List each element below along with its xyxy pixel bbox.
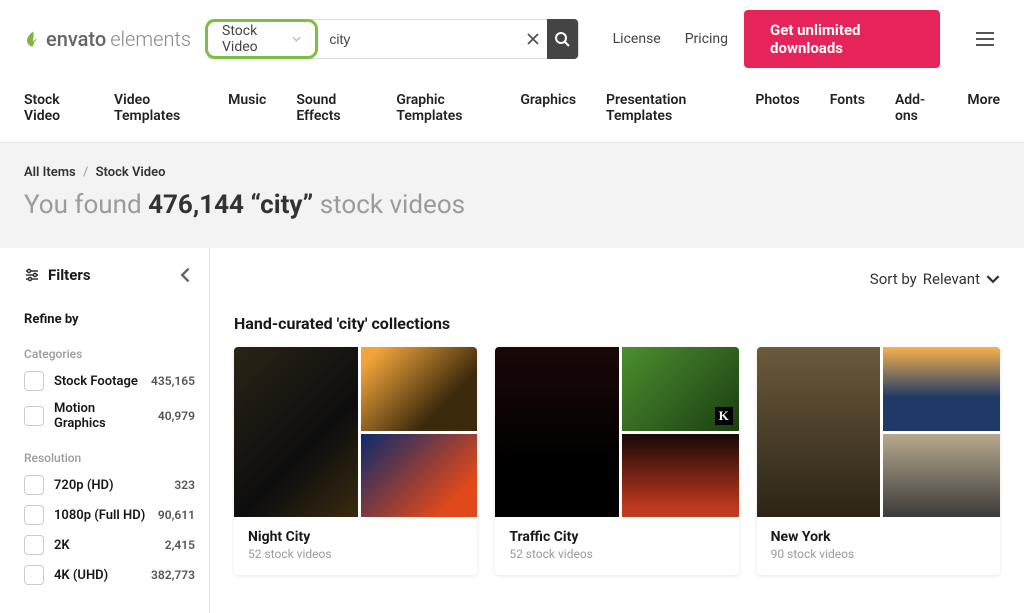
nav-graphic-templates[interactable]: Graphic Templates (396, 92, 490, 124)
nav-stock-video[interactable]: Stock Video (24, 92, 84, 124)
collection-card[interactable]: Night City 52 stock videos (234, 347, 477, 575)
collection-card[interactable]: New York 90 stock videos (757, 347, 1000, 575)
filter-1080p[interactable]: 1080p (Full HD) 90,611 (24, 505, 209, 525)
collection-thumb (757, 347, 881, 517)
results-header: All Items / Stock Video You found 476,14… (0, 143, 1024, 248)
close-icon (526, 32, 540, 46)
collection-thumb (361, 434, 478, 518)
collection-title: New York (771, 529, 986, 545)
brand-name2: elements (110, 27, 191, 51)
collection-count: 90 stock videos (771, 547, 986, 561)
filters-sidebar: Filters Refine by Categories Stock Foota… (0, 248, 210, 613)
collection-count: 52 stock videos (509, 547, 724, 561)
hamburger-icon (976, 32, 994, 34)
nav-add-ons[interactable]: Add-ons (895, 92, 937, 124)
collection-thumb (622, 434, 739, 518)
nav-video-templates[interactable]: Video Templates (114, 92, 198, 124)
checkbox[interactable] (24, 565, 44, 585)
filter-4k[interactable]: 4K (UHD) 382,773 (24, 565, 209, 585)
results-summary: You found 476,144 “city” stock videos (24, 190, 1000, 220)
sort-value: Relevant (923, 270, 980, 288)
cta-button[interactable]: Get unlimited downloads (744, 10, 940, 68)
collections-row: Night City 52 stock videos K Traffic Cit… (234, 347, 1000, 575)
chevron-down-icon (292, 34, 301, 44)
sliders-icon (24, 267, 40, 283)
chevron-left-icon (179, 267, 195, 283)
collection-thumb (883, 347, 1000, 431)
breadcrumb: All Items / Stock Video (24, 165, 1000, 180)
filter-720p[interactable]: 720p (HD) 323 (24, 475, 209, 495)
collection-thumb: K (622, 347, 739, 431)
clear-search-button[interactable] (518, 20, 547, 58)
collections-title: Hand-curated 'city' collections (234, 314, 1000, 333)
search-input[interactable] (321, 20, 518, 58)
nav-sound-effects[interactable]: Sound Effects (296, 92, 366, 124)
collection-title: Traffic City (509, 529, 724, 545)
k-badge-icon: K (715, 407, 733, 425)
search-filter-dropdown[interactable]: Stock Video (205, 19, 318, 59)
checkbox[interactable] (24, 535, 44, 555)
search-filter-label: Stock Video (222, 23, 288, 55)
refine-label: Refine by (24, 312, 209, 327)
nav-photos[interactable]: Photos (755, 92, 799, 124)
license-link[interactable]: License (613, 31, 661, 47)
filter-stock-footage[interactable]: Stock Footage 435,165 (24, 371, 209, 391)
checkbox[interactable] (24, 505, 44, 525)
nav-presentation-templates[interactable]: Presentation Templates (606, 92, 725, 124)
breadcrumb-separator: / (83, 165, 88, 180)
sort-control[interactable]: Sort by Relevant (234, 266, 1000, 314)
collection-thumb (883, 434, 1000, 518)
filters-title: Filters (48, 266, 91, 284)
collection-count: 52 stock videos (248, 547, 463, 561)
header: envatoelements Stock Video License Prici… (0, 0, 1024, 78)
nav-graphics[interactable]: Graphics (520, 92, 576, 124)
nav-fonts[interactable]: Fonts (830, 92, 865, 124)
results-query: “city” (250, 190, 313, 220)
collection-thumb (361, 347, 478, 431)
menu-button[interactable] (970, 26, 1000, 52)
nav-more[interactable]: More (967, 92, 1000, 124)
collection-title: Night City (248, 529, 463, 545)
header-links: License Pricing (613, 31, 728, 47)
checkbox[interactable] (24, 406, 44, 426)
brand-name1: envato (46, 27, 106, 51)
pricing-link[interactable]: Pricing (685, 31, 728, 47)
nav-music[interactable]: Music (228, 92, 266, 124)
collection-card[interactable]: K Traffic City 52 stock videos (495, 347, 738, 575)
main-content: Sort by Relevant Hand-curated 'city' col… (210, 248, 1024, 613)
checkbox[interactable] (24, 371, 44, 391)
chevron-down-icon (986, 272, 1000, 286)
filters-header[interactable]: Filters (24, 266, 209, 284)
filter-motion-graphics[interactable]: Motion Graphics 40,979 (24, 401, 209, 431)
collection-thumb (495, 347, 619, 517)
checkbox[interactable] (24, 475, 44, 495)
filter-2k[interactable]: 2K 2,415 (24, 535, 209, 555)
leaf-icon (24, 30, 42, 48)
search-button[interactable] (547, 19, 578, 59)
collection-thumb (234, 347, 358, 517)
filter-group-categories: Categories (24, 347, 209, 361)
search-icon (554, 31, 570, 47)
breadcrumb-root[interactable]: All Items (24, 165, 76, 180)
logo[interactable]: envatoelements (24, 27, 191, 51)
filter-group-resolution: Resolution (24, 451, 209, 465)
breadcrumb-current: Stock Video (96, 165, 166, 180)
results-count: 476,144 (148, 190, 244, 220)
search-bar: Stock Video (207, 19, 579, 59)
category-nav: Stock Video Video Templates Music Sound … (0, 78, 1024, 143)
